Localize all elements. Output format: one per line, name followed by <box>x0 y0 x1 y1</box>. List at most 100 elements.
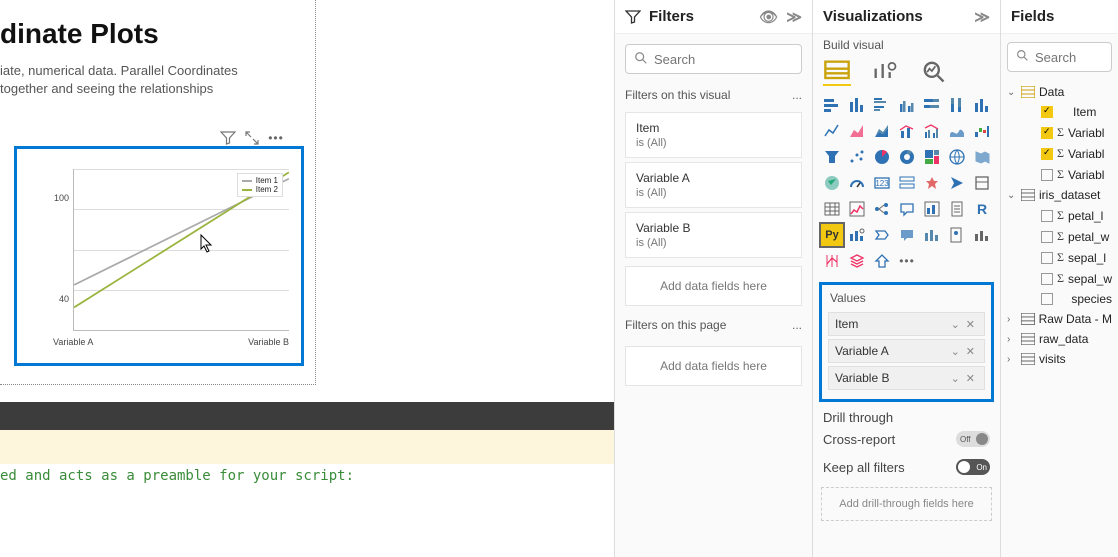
ribbon-chart-icon[interactable] <box>946 120 968 142</box>
cross-report-toggle[interactable]: Off <box>956 431 990 447</box>
field-petal-length[interactable]: Σpetal_l <box>1001 205 1118 226</box>
format-visual-tab[interactable] <box>871 58 899 86</box>
checkbox-icon[interactable] <box>1041 106 1053 118</box>
table-iris[interactable]: ⌄ iris_dataset <box>1001 185 1118 205</box>
field-pill-var-a[interactable]: Variable A ⌄ ✕ <box>828 339 985 363</box>
checkbox-icon[interactable] <box>1041 169 1053 181</box>
table-visits[interactable]: › visits <box>1001 349 1118 369</box>
checkbox-icon[interactable] <box>1041 210 1053 222</box>
stacked-area-icon[interactable] <box>871 120 893 142</box>
keep-filters-toggle[interactable]: On <box>956 459 990 475</box>
clustered-column-icon[interactable] <box>896 94 918 116</box>
line-stacked-column-icon[interactable] <box>896 120 918 142</box>
remove-field-icon[interactable]: ✕ <box>963 318 978 331</box>
filter-card-var-b[interactable]: Variable B is (All) <box>625 212 802 258</box>
funnel-icon[interactable] <box>821 146 843 168</box>
checkbox-icon[interactable] <box>1041 127 1053 139</box>
fields-search-input[interactable] <box>1035 50 1118 65</box>
table-raw-data-m[interactable]: › Raw Data - M <box>1001 309 1118 329</box>
area-chart-icon[interactable] <box>846 120 868 142</box>
scatter-icon[interactable] <box>846 146 868 168</box>
ellipsis-icon[interactable]: ... <box>792 88 802 102</box>
remove-field-icon[interactable]: ✕ <box>963 345 978 358</box>
collapse-icon[interactable]: ≫ <box>786 8 802 26</box>
line-clustered-column-icon[interactable] <box>921 120 943 142</box>
power-apps-icon[interactable] <box>846 224 868 246</box>
filter-card-item[interactable]: Item is (All) <box>625 112 802 158</box>
chevron-down-icon[interactable]: ⌄ <box>948 318 963 331</box>
more-visuals-icon[interactable]: ••• <box>896 250 918 272</box>
custom-visual-2-icon[interactable] <box>946 224 968 246</box>
goals-icon[interactable] <box>896 224 918 246</box>
filled-map-icon[interactable] <box>971 146 993 168</box>
more-options-icon[interactable]: ••• <box>268 130 284 146</box>
matrix-icon[interactable] <box>846 198 868 220</box>
donut-icon[interactable] <box>896 146 918 168</box>
column-chart-icon[interactable] <box>971 94 993 116</box>
custom-visual-3-icon[interactable] <box>971 224 993 246</box>
field-sepal-width[interactable]: Σsepal_w <box>1001 268 1118 289</box>
build-visual-tab[interactable] <box>823 58 851 86</box>
power-automate-icon[interactable] <box>871 224 893 246</box>
field-species[interactable]: species <box>1001 289 1118 309</box>
drill-through-dropzone[interactable]: Add drill-through fields here <box>821 487 992 521</box>
treemap-icon[interactable] <box>921 146 943 168</box>
checkbox-icon[interactable] <box>1041 252 1053 264</box>
kpi-icon[interactable] <box>921 172 943 194</box>
filter-card-var-a[interactable]: Variable A is (All) <box>625 162 802 208</box>
field-pill-item[interactable]: Item ⌄ ✕ <box>828 312 985 336</box>
chevron-down-icon[interactable]: ⌄ <box>948 372 963 385</box>
filters-search[interactable] <box>625 44 802 74</box>
100-stacked-bar-icon[interactable] <box>921 94 943 116</box>
table-raw-data[interactable]: › raw_data <box>1001 329 1118 349</box>
stacked-bar-icon[interactable] <box>821 94 843 116</box>
field-petal-width[interactable]: Σpetal_w <box>1001 226 1118 247</box>
remove-field-icon[interactable]: ✕ <box>963 372 978 385</box>
field-variable-c[interactable]: ΣVariabl <box>1001 164 1118 185</box>
key-influencers-icon[interactable] <box>921 198 943 220</box>
filter-icon[interactable] <box>220 130 236 146</box>
ellipsis-icon[interactable]: ... <box>792 318 802 332</box>
table-icon[interactable] <box>821 198 843 220</box>
gauge-icon[interactable] <box>846 172 868 194</box>
paginated-report-icon[interactable] <box>946 198 968 220</box>
stacked-column-icon[interactable] <box>846 94 868 116</box>
checkbox-icon[interactable] <box>1041 231 1053 243</box>
clustered-bar-icon[interactable] <box>871 94 893 116</box>
get-more-visuals-icon[interactable] <box>846 250 868 272</box>
eye-icon[interactable]: 👁 <box>759 8 778 26</box>
add-page-filter-dropzone[interactable]: Add data fields here <box>625 346 802 386</box>
parallel-coordinates-icon[interactable] <box>821 250 843 272</box>
collapse-icon[interactable]: ≫ <box>974 8 990 26</box>
qa-icon[interactable] <box>896 198 918 220</box>
checkbox-icon[interactable] <box>1041 273 1053 285</box>
focus-mode-icon[interactable] <box>244 130 260 146</box>
import-visual-icon[interactable] <box>871 250 893 272</box>
chart-visual[interactable]: 100 40 Item 1 Item 2 Variable A Vari <box>14 146 304 366</box>
smart-narrative-icon[interactable] <box>946 172 968 194</box>
r-visual-icon[interactable]: R <box>971 198 993 220</box>
slicer-icon[interactable] <box>971 172 993 194</box>
map-icon[interactable] <box>946 146 968 168</box>
checkbox-icon[interactable] <box>1041 293 1053 305</box>
table-data[interactable]: ⌄ Data <box>1001 82 1118 102</box>
field-variable-b[interactable]: ΣVariabl <box>1001 143 1118 164</box>
field-sepal-length[interactable]: Σsepal_l <box>1001 247 1118 268</box>
custom-visual-1-icon[interactable] <box>921 224 943 246</box>
analytics-tab[interactable] <box>919 58 947 86</box>
field-item[interactable]: Item <box>1001 102 1118 122</box>
add-visual-filter-dropzone[interactable]: Add data fields here <box>625 266 802 306</box>
chevron-down-icon[interactable]: ⌄ <box>948 345 963 358</box>
100-stacked-column-icon[interactable] <box>946 94 968 116</box>
field-variable-a[interactable]: ΣVariabl <box>1001 122 1118 143</box>
pie-icon[interactable] <box>871 146 893 168</box>
checkbox-icon[interactable] <box>1041 148 1053 160</box>
azure-map-icon[interactable] <box>821 172 843 194</box>
fields-search[interactable] <box>1007 42 1112 72</box>
decomposition-tree-icon[interactable] <box>871 198 893 220</box>
field-pill-var-b[interactable]: Variable B ⌄ ✕ <box>828 366 985 390</box>
waterfall-icon[interactable] <box>971 120 993 142</box>
multi-row-card-icon[interactable] <box>896 172 918 194</box>
line-chart-icon[interactable] <box>821 120 843 142</box>
filters-search-input[interactable] <box>654 52 830 67</box>
